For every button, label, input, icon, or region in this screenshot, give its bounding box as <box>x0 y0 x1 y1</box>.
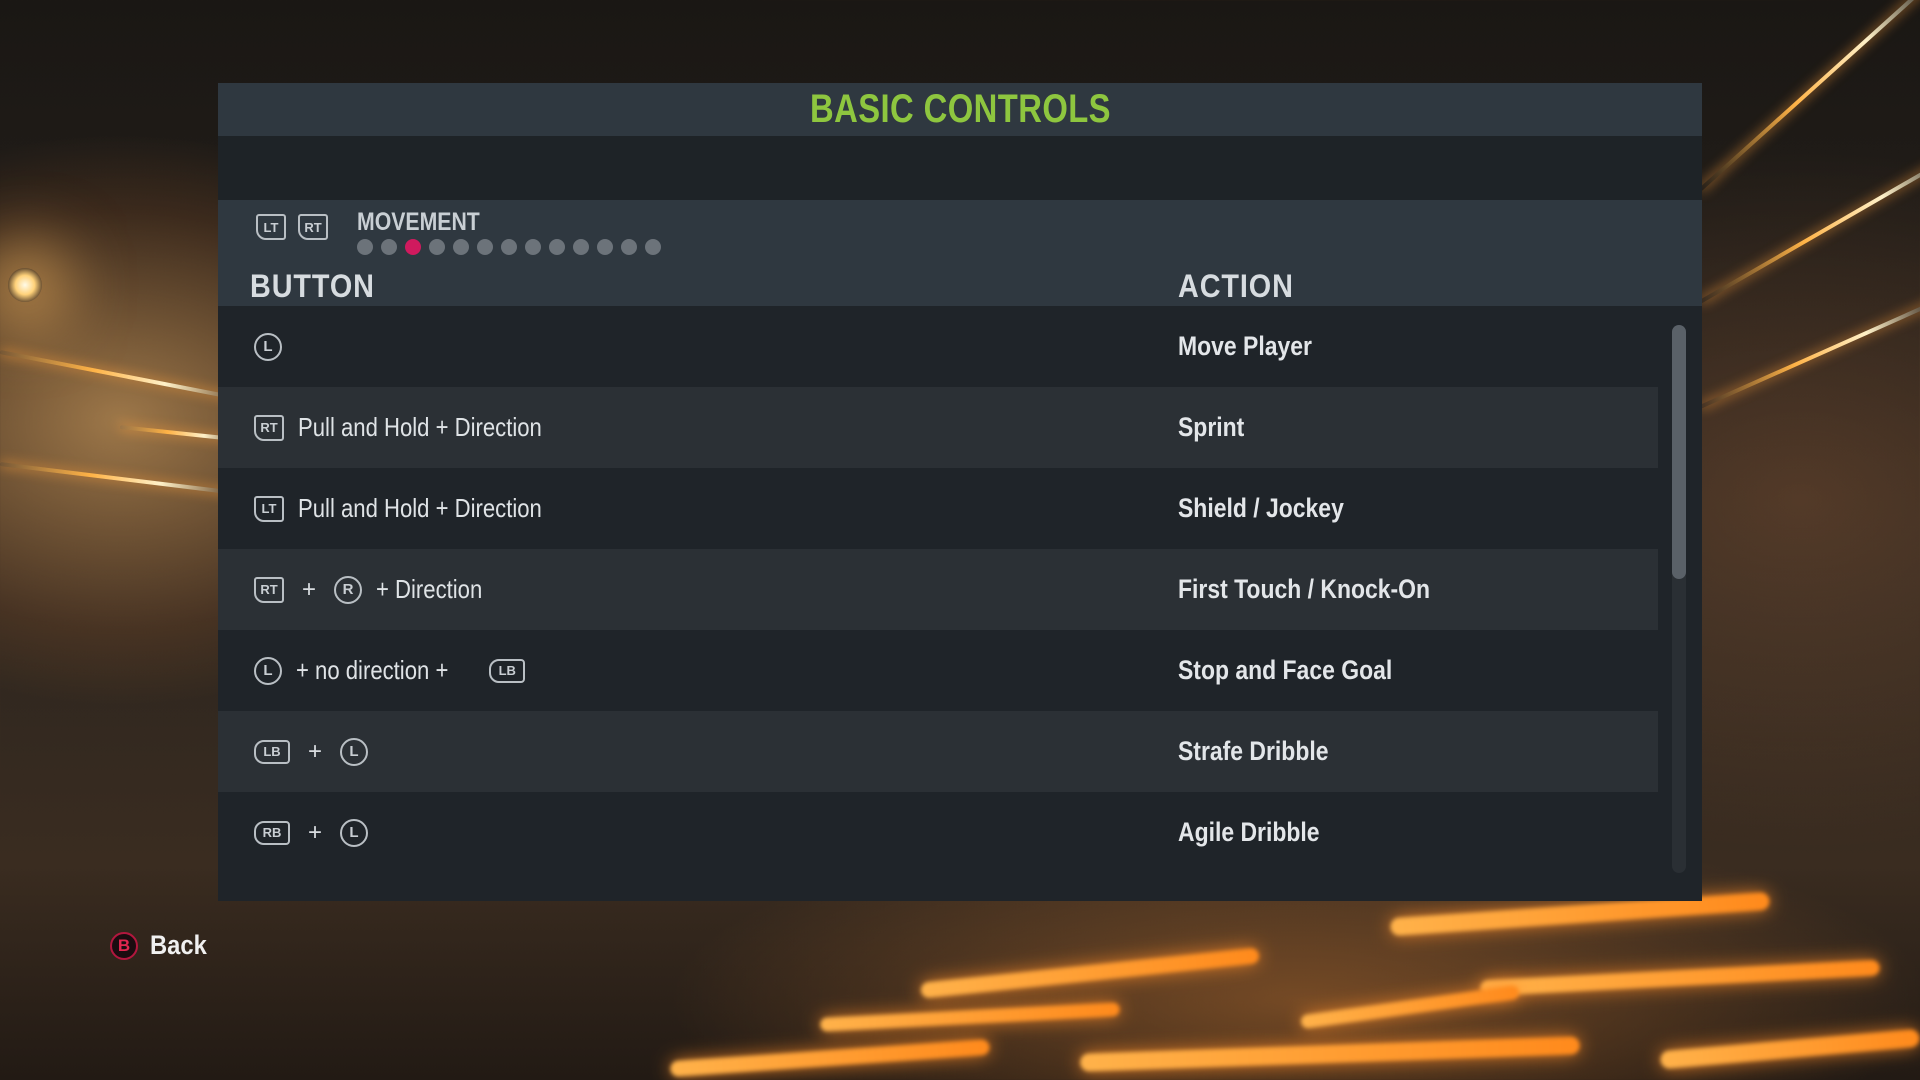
rt-icon: RT <box>254 576 284 603</box>
b-button-icon: B <box>110 931 138 960</box>
section-title: MOVEMENT <box>357 208 480 236</box>
control-row: L Move Player <box>218 306 1658 387</box>
page-dot <box>381 239 397 255</box>
button-description: + no direction + <box>296 655 449 685</box>
action-label: Move Player <box>1178 331 1312 361</box>
page-dot-active <box>405 239 421 255</box>
rt-icon: RT <box>254 414 284 441</box>
control-row: RT Pull and Hold + Direction Sprint <box>218 387 1658 468</box>
glow-shape <box>1479 959 1881 997</box>
page-dot <box>357 239 373 255</box>
controls-list[interactable]: L Move Player RT Pull and Hold + Directi… <box>218 306 1658 873</box>
plus-sign: + <box>308 818 323 846</box>
section-switcher: LT RT <box>256 214 328 240</box>
column-header-action: ACTION <box>1178 268 1294 304</box>
left-stick-icon: L <box>254 656 282 685</box>
control-row: L + no direction + LB Stop and Face Goal <box>218 630 1658 711</box>
light-streak <box>1699 299 1920 409</box>
action-label: Stop and Face Goal <box>1178 655 1393 685</box>
light-streak <box>1699 150 1920 304</box>
title-bar: BASIC CONTROLS <box>218 83 1702 136</box>
page-dot <box>525 239 541 255</box>
stadium-light-flare <box>8 268 42 302</box>
page-dot <box>573 239 589 255</box>
action-label: Agile Dribble <box>1178 817 1320 847</box>
scrollbar[interactable] <box>1672 325 1686 873</box>
button-description: + Direction <box>376 574 483 604</box>
column-header-button: BUTTON <box>250 268 375 304</box>
left-stick-icon: L <box>340 818 369 847</box>
light-streak <box>0 350 236 400</box>
plus-sign: + <box>302 575 317 603</box>
control-row: LT Pull and Hold + Direction Shield / Jo… <box>218 468 1658 549</box>
glow-shape <box>819 1002 1121 1032</box>
glow-shape <box>1659 1028 1920 1070</box>
action-label: Strafe Dribble <box>1178 736 1329 766</box>
header-spacer <box>218 136 1702 200</box>
control-row: RT + R + Direction First Touch / Knock-O… <box>218 549 1658 630</box>
glow-shape <box>1300 984 1520 1030</box>
page-title: BASIC CONTROLS <box>809 87 1111 131</box>
rb-icon: RB <box>254 820 290 845</box>
control-row: LB + L Strafe Dribble <box>218 711 1658 792</box>
page-indicator <box>357 239 661 255</box>
control-row: RB + L Agile Dribble <box>218 792 1658 873</box>
right-stick-icon: R <box>334 575 363 604</box>
page-dot <box>621 239 637 255</box>
button-description: Pull and Hold + Direction <box>298 493 542 523</box>
lb-icon: LB <box>254 739 290 764</box>
page-dot <box>645 239 661 255</box>
back-label: Back <box>150 930 207 960</box>
scrollbar-thumb[interactable] <box>1672 325 1686 579</box>
light-streak <box>1698 0 1920 192</box>
lb-icon: LB <box>489 658 526 683</box>
action-label: Shield / Jockey <box>1178 493 1344 523</box>
page-dot <box>477 239 493 255</box>
lt-icon[interactable]: LT <box>256 214 286 240</box>
glow-shape <box>669 1038 991 1078</box>
light-streak <box>0 462 229 495</box>
plus-sign: + <box>308 737 323 765</box>
glow-shape <box>920 947 1260 999</box>
page-dot <box>501 239 517 255</box>
left-stick-icon: L <box>254 332 282 361</box>
page-dot <box>429 239 445 255</box>
glow-shape <box>1079 1036 1581 1072</box>
action-label: Sprint <box>1178 412 1245 442</box>
button-description: Pull and Hold + Direction <box>298 412 542 442</box>
section-header: LT RT MOVEMENT BUTTON ACTION <box>218 200 1702 306</box>
page-dot <box>597 239 613 255</box>
page-dot <box>453 239 469 255</box>
page-dot <box>549 239 565 255</box>
lt-icon: LT <box>254 495 284 522</box>
controls-panel: BASIC CONTROLS LT RT MOVEMENT BUTTON ACT… <box>218 83 1702 901</box>
rt-icon[interactable]: RT <box>298 214 328 240</box>
action-label: First Touch / Knock-On <box>1178 574 1431 604</box>
left-stick-icon: L <box>340 737 369 766</box>
back-button[interactable]: B Back <box>110 930 215 961</box>
